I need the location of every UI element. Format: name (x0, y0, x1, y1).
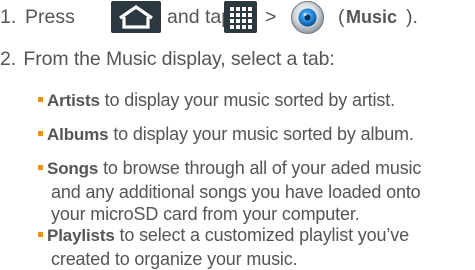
step1-number: 1. (0, 5, 16, 29)
bullet-line: to display your music sorted by album. (113, 124, 413, 144)
bullet-line: to display your music sorted by artist. (105, 90, 395, 110)
step1-and-tap-text: and tap (167, 5, 232, 29)
step2-text: From the Music display, select a tab: (23, 48, 334, 70)
bullet-square-icon (38, 131, 43, 136)
bullet-square-icon (38, 97, 43, 102)
applications-grid-icon (224, 1, 257, 33)
step1-open-paren: ( (338, 5, 345, 29)
manual-page: 1. Press and tap (0, 0, 475, 267)
step2: 2. From the Music display, select a tab: (0, 47, 335, 71)
bullet-playlists: Playlists to select a customized playlis… (38, 224, 409, 270)
bullet-square-icon (38, 232, 43, 237)
bullet-line: to browse through all of your aded music (103, 158, 421, 178)
bullet-songs: Songs to browse through all of your aded… (38, 157, 421, 226)
step1-music-label: Music (346, 5, 397, 29)
step1-greater-than: > (265, 5, 276, 29)
step1-press-text: Press (25, 5, 75, 29)
music-app-icon (290, 1, 325, 34)
bullet-term: Albums (47, 125, 108, 144)
step1-close-paren: ). (406, 5, 418, 29)
bullet-line: and any additional songs you have loaded… (38, 181, 421, 204)
bullet-square-icon (38, 165, 43, 170)
bullet-albums: Albums to display your music sorted by a… (38, 123, 414, 147)
bullet-term: Songs (47, 159, 98, 178)
home-icon (111, 1, 161, 33)
bullet-artists: Artists to display your music sorted by … (38, 89, 395, 113)
bullet-line: to select a customized playlist you’ve (120, 225, 409, 245)
step2-number: 2. (0, 48, 16, 70)
bullet-line: your microSD card from your computer. (38, 203, 421, 226)
bullet-term: Artists (47, 91, 100, 110)
bullet-term: Playlists (47, 226, 115, 245)
